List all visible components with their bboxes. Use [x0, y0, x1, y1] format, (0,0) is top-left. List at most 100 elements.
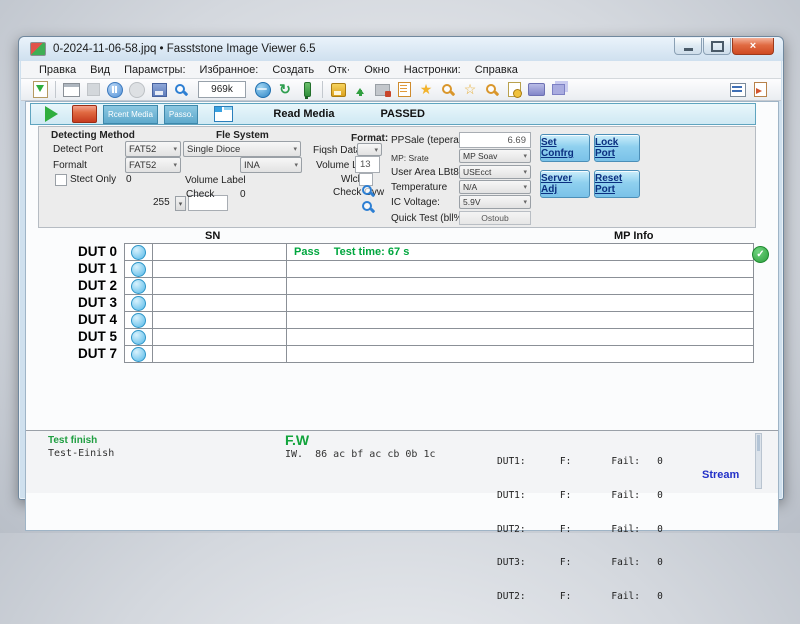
- mp-info-cell: [287, 294, 754, 312]
- menu-open[interactable]: Отк·: [328, 64, 350, 76]
- dut-port-icon[interactable]: [131, 245, 146, 260]
- dut-port-icon[interactable]: [131, 262, 146, 277]
- volume-lost-input[interactable]: 13: [355, 156, 380, 173]
- zoom-level-input[interactable]: 969k: [198, 81, 246, 98]
- table-row: DUT 2: [46, 277, 754, 295]
- dut-status-line: DUT2: F: Fail: 0: [497, 591, 663, 602]
- format-label: Formalt: [53, 160, 87, 171]
- star-icon[interactable]: [415, 81, 437, 99]
- save-view-icon[interactable]: [148, 81, 170, 99]
- run-status-label: Read Media: [273, 108, 334, 120]
- mp-info-cell: [287, 345, 754, 363]
- lock-port-button[interactable]: Lock Port: [594, 134, 640, 162]
- table-row: DUT 0 Pass Test time: 67 s: [46, 243, 754, 261]
- fw-label: F.W: [285, 432, 309, 448]
- start-icon[interactable]: [45, 106, 58, 122]
- table-row: DUT 5: [46, 328, 754, 346]
- maximize-button[interactable]: [703, 38, 731, 55]
- stop-icon[interactable]: [72, 105, 97, 123]
- temperature-select[interactable]: N/A: [459, 180, 531, 194]
- menu-help[interactable]: Справка: [475, 64, 518, 76]
- drive-icon[interactable]: [525, 81, 547, 99]
- zoom-gold-icon[interactable]: [481, 81, 503, 99]
- mp-info-cell: [287, 328, 754, 346]
- record-disabled-icon: [126, 81, 148, 99]
- menu-settings[interactable]: Настронки:: [404, 64, 461, 76]
- dut-port-icon[interactable]: [131, 313, 146, 328]
- detecting-method-title: Detecting Method: [51, 130, 135, 141]
- test-finish-sub: Test-Einish: [48, 448, 114, 459]
- tag-search-icon[interactable]: [437, 81, 459, 99]
- detect-port-select[interactable]: FAT52: [125, 141, 181, 157]
- dut-status: Pass: [294, 246, 320, 258]
- app-window: 0-2024-11-06-58.jpq • Fasststone Image V…: [18, 36, 784, 500]
- volume-label-label: Volume Label: [185, 175, 246, 186]
- menu-view[interactable]: Вид: [90, 64, 110, 76]
- user-area-select[interactable]: USEcct: [459, 165, 531, 179]
- title-bar[interactable]: 0-2024-11-06-58.jpq • Fasststone Image V…: [19, 37, 783, 61]
- pin-icon[interactable]: [296, 81, 318, 99]
- pause-icon[interactable]: [104, 81, 126, 99]
- upload-icon[interactable]: [349, 81, 371, 99]
- mp-info-cell: [287, 311, 754, 329]
- dut-table: DUT 0 Pass Test time: 67 s DUT 1 DUT 2: [46, 244, 754, 363]
- globe-icon[interactable]: [252, 81, 274, 99]
- quick-test-button[interactable]: Ostoub: [459, 211, 531, 225]
- table-row: DUT 1: [46, 260, 754, 278]
- dut-port-icon[interactable]: [131, 296, 146, 311]
- grid-view-icon[interactable]: [214, 106, 233, 122]
- list-icon[interactable]: [727, 81, 749, 99]
- server-adj-button[interactable]: Server Adj: [540, 170, 590, 198]
- format-select[interactable]: FAT52: [125, 157, 181, 173]
- reset-port-button[interactable]: Reset Port: [594, 170, 640, 198]
- star-outline-icon[interactable]: [459, 81, 481, 99]
- print-icon[interactable]: [371, 81, 393, 99]
- retry-spinner[interactable]: ▾: [175, 196, 186, 211]
- search-icon[interactable]: [361, 200, 375, 214]
- copy-folders-icon[interactable]: [547, 81, 569, 99]
- report-icon[interactable]: [749, 81, 771, 99]
- ina-select[interactable]: INA: [240, 157, 302, 173]
- recent-media-button[interactable]: Rcent Media: [103, 105, 158, 124]
- menu-parameters[interactable]: Парамстры:: [124, 64, 185, 76]
- menu-edit[interactable]: Правка: [39, 64, 76, 76]
- set-config-button[interactable]: Set Confrg: [540, 134, 590, 162]
- fiqsh-data-select[interactable]: [357, 143, 382, 156]
- dut-port-icon[interactable]: [131, 279, 146, 294]
- stream-label: Stream: [702, 469, 739, 481]
- sn-cell: [153, 345, 287, 363]
- device-select[interactable]: Single Dioce: [183, 141, 301, 157]
- dut-status-line: DUT1: F: Fail: 0: [497, 456, 663, 467]
- sn-cell: [153, 243, 287, 261]
- menu-create[interactable]: Создать: [272, 64, 314, 76]
- window-layout-icon[interactable]: [60, 81, 82, 99]
- dut-port-icon[interactable]: [131, 330, 146, 345]
- check-ovw-search-icon[interactable]: [361, 184, 375, 198]
- pass-button[interactable]: Passo.: [164, 105, 198, 124]
- window-title: 0-2024-11-06-58.jpq • Fasststone Image V…: [53, 43, 316, 55]
- ic-voltage-select[interactable]: 5.9V: [459, 195, 531, 209]
- mp-info-column-header: MP Info: [614, 230, 654, 242]
- dut-port-icon[interactable]: [131, 347, 146, 362]
- minimize-button[interactable]: [674, 38, 702, 55]
- mp-state-select[interactable]: MP Soav: [459, 149, 531, 163]
- edit-doc-icon[interactable]: [393, 81, 415, 99]
- detect-port-label: Detect Port: [53, 144, 103, 155]
- check-ovw-label: Check Ovw: [333, 187, 384, 198]
- window-controls: ×: [673, 38, 774, 55]
- save-disk-icon[interactable]: [327, 81, 349, 99]
- test-finish-label: Test finish: [48, 435, 97, 446]
- close-button[interactable]: ×: [732, 38, 774, 55]
- placeholder-icon: [82, 81, 104, 99]
- dut-label: DUT 2: [46, 277, 124, 295]
- open-image-icon[interactable]: [29, 81, 51, 99]
- footer-scrollbar[interactable]: [755, 433, 762, 489]
- stect-only-checkbox[interactable]: [55, 174, 67, 186]
- mp-info-cell: [287, 260, 754, 278]
- menu-window[interactable]: Окно: [364, 64, 390, 76]
- sn-cell: [153, 277, 287, 295]
- history-doc-icon[interactable]: [503, 81, 525, 99]
- menu-favorites[interactable]: Избранное:: [200, 64, 259, 76]
- refresh-icon[interactable]: [274, 81, 296, 99]
- zoom-icon[interactable]: [170, 81, 192, 99]
